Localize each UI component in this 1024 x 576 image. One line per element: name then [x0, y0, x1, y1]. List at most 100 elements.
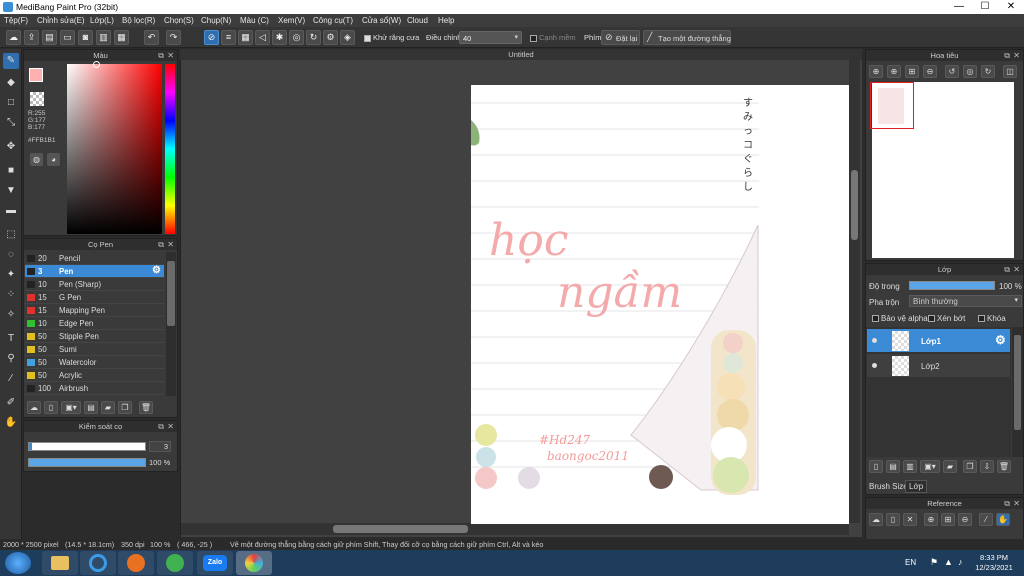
duplicate-layer-icon[interactable]: ❐	[963, 460, 977, 473]
antialias-checkbox[interactable]: Khử răng cưa	[364, 33, 419, 42]
taskbar-media[interactable]	[118, 551, 154, 575]
foreground-color-swatch[interactable]	[29, 68, 43, 82]
panel-icon[interactable]: ▥	[96, 30, 111, 45]
soft-edge-checkbox[interactable]: Cạnh mềm	[530, 33, 576, 42]
add-layer-menu-icon[interactable]: ▣▾	[920, 460, 940, 473]
redo-icon[interactable]: ↷	[166, 30, 181, 45]
zoom-out-icon[interactable]: ⊖	[923, 65, 937, 78]
shape-tool-icon[interactable]: ■	[3, 163, 19, 179]
new-8bit-layer-icon[interactable]: ▥	[903, 460, 917, 473]
eyedropper-tool-icon[interactable]: ⁄	[3, 371, 19, 387]
brush-item[interactable]: 50 Stipple Pen	[25, 330, 164, 343]
new-brush-icon[interactable]: ▯	[44, 401, 58, 414]
color-picker-cursor[interactable]	[93, 61, 100, 68]
taskbar-explorer[interactable]	[42, 551, 78, 575]
ref-zoom-in-icon[interactable]: ⊕	[924, 513, 938, 526]
close-reference-icon[interactable]: ✕	[903, 513, 917, 526]
delete-brush-icon[interactable]: 🗑	[139, 401, 153, 414]
undock-icon[interactable]: ⧉	[1004, 498, 1010, 509]
panel-close-icon[interactable]: ✕	[167, 50, 174, 61]
zoom-in-icon[interactable]: ⊕	[869, 65, 883, 78]
taskbar-ie[interactable]	[80, 551, 116, 575]
snap-off-icon[interactable]: ⊘	[204, 30, 219, 45]
brush-item[interactable]: 100 Airbrush	[25, 382, 164, 395]
cloud-icon[interactable]: ☁	[6, 30, 21, 45]
undock-icon[interactable]: ⧉	[158, 50, 164, 61]
snap-vanish-icon[interactable]: ◁	[255, 30, 270, 45]
menu-tools[interactable]: Công cụ(T)	[313, 16, 353, 25]
clock[interactable]: 8:33 PM 12/23/2021	[972, 553, 1016, 573]
divide-tool-icon[interactable]: ⚲	[3, 351, 19, 367]
scrollbar-thumb[interactable]	[333, 525, 468, 533]
brush-tool-icon[interactable]: ✎	[3, 53, 19, 69]
vertical-scrollbar[interactable]	[849, 60, 860, 523]
menu-edit[interactable]: Chỉnh sửa(E)	[37, 16, 85, 25]
chat-icon[interactable]: ◙	[78, 30, 93, 45]
navigator-preview[interactable]	[870, 82, 1014, 258]
flip-icon[interactable]: ◫	[1003, 65, 1017, 78]
menu-select[interactable]: Chọn(S)	[164, 16, 194, 25]
move-tool-icon[interactable]: ✥	[3, 139, 19, 155]
brush-item[interactable]: 10 Edge Pen	[25, 317, 164, 330]
straight-line-button[interactable]: ╱ Tạo một đường thẳng	[643, 30, 731, 45]
fit-icon[interactable]: ⊞	[905, 65, 919, 78]
lasso-tool-icon[interactable]: ◌	[3, 247, 19, 263]
magic-wand-icon[interactable]: ✦	[3, 267, 19, 283]
menu-filter[interactable]: Bộ lọc(R)	[122, 16, 155, 25]
brush-item[interactable]: 15 Mapping Pen	[25, 304, 164, 317]
visibility-eye-icon[interactable]	[872, 338, 877, 343]
undock-icon[interactable]: ⧉	[158, 421, 164, 432]
adjust-select[interactable]: 40 ▾	[459, 31, 522, 44]
dot-tool-icon[interactable]: □	[3, 95, 19, 111]
tray-network-icon[interactable]: ▲	[944, 557, 953, 567]
select-pen-icon[interactable]: ⤡	[3, 115, 19, 131]
tab-layer[interactable]: Lớp	[905, 480, 928, 493]
menu-help[interactable]: Help	[438, 16, 454, 25]
ref-eyedropper-icon[interactable]: ⁄	[979, 513, 993, 526]
brush-item[interactable]: 10 Pen (Sharp)	[25, 278, 164, 291]
ref-hand-icon[interactable]: ✋	[996, 513, 1010, 526]
snap-grid-icon[interactable]: ▦	[238, 30, 253, 45]
eraser-tool-icon[interactable]: ◆	[3, 75, 19, 91]
panel-close-icon[interactable]: ✕	[1013, 498, 1020, 509]
brush-item[interactable]: 50 Sumi	[25, 343, 164, 356]
select-tool-icon[interactable]: ⬚	[3, 227, 19, 243]
gradient-tool-icon[interactable]: ▬	[3, 203, 19, 219]
add-brush-menu-icon[interactable]: ▣▾	[61, 401, 81, 414]
lock-checkbox[interactable]: Khóa	[978, 314, 1006, 323]
taskbar-medibang[interactable]	[236, 551, 272, 575]
snap-settings-icon[interactable]: ⚙	[323, 30, 338, 45]
pen-tool-icon[interactable]: ✐	[3, 395, 19, 411]
layer-row-lop2[interactable]: Lớp2	[867, 354, 1010, 378]
rotate-left-icon[interactable]: ↺	[945, 65, 959, 78]
bucket-tool-icon[interactable]: ▼	[3, 183, 19, 199]
close-button[interactable]: ✕	[998, 0, 1024, 14]
color-sub-icon[interactable]: ◕	[47, 153, 60, 166]
zoom-in-alt-icon[interactable]: ⊕	[887, 65, 901, 78]
delete-layer-icon[interactable]: 🗑	[997, 460, 1011, 473]
undo-icon[interactable]: ↶	[144, 30, 159, 45]
ref-zoom-out-icon[interactable]: ⊖	[958, 513, 972, 526]
brush-settings-icon[interactable]: ▤	[84, 401, 98, 414]
new-layer-icon[interactable]: ▯	[869, 460, 883, 473]
panel-close-icon[interactable]: ✕	[1013, 50, 1020, 61]
brush-item[interactable]: 50 Acrylic	[25, 369, 164, 382]
undock-icon[interactable]: ⧉	[1004, 50, 1010, 61]
brush-folder-icon[interactable]: ▰	[101, 401, 115, 414]
rotate-reset-icon[interactable]: ◎	[963, 65, 977, 78]
scrollbar-thumb[interactable]	[1014, 335, 1021, 430]
scrollbar-thumb[interactable]	[167, 261, 175, 326]
scrollbar-thumb[interactable]	[851, 170, 858, 240]
select-eraser-icon[interactable]: ✧	[3, 307, 19, 323]
menu-file[interactable]: Tệp(F)	[4, 16, 28, 25]
canvas-paper[interactable]: すみっコぐらし học ngầm #Hd247 baongoc2011	[471, 85, 849, 524]
layer-gear-icon[interactable]: ⚙	[995, 333, 1006, 347]
brush-item[interactable]: 50 Watercolor	[25, 356, 164, 369]
select-brush-icon[interactable]: ⁘	[3, 287, 19, 303]
brush-item[interactable]: 3 Pen ⚙	[25, 265, 164, 278]
horizontal-scrollbar[interactable]	[181, 523, 849, 535]
menu-window[interactable]: Cửa sổ(W)	[362, 16, 401, 25]
snap-parallel-icon[interactable]: ≡	[221, 30, 236, 45]
start-button[interactable]	[5, 552, 31, 574]
panel-close-icon[interactable]: ✕	[167, 239, 174, 250]
